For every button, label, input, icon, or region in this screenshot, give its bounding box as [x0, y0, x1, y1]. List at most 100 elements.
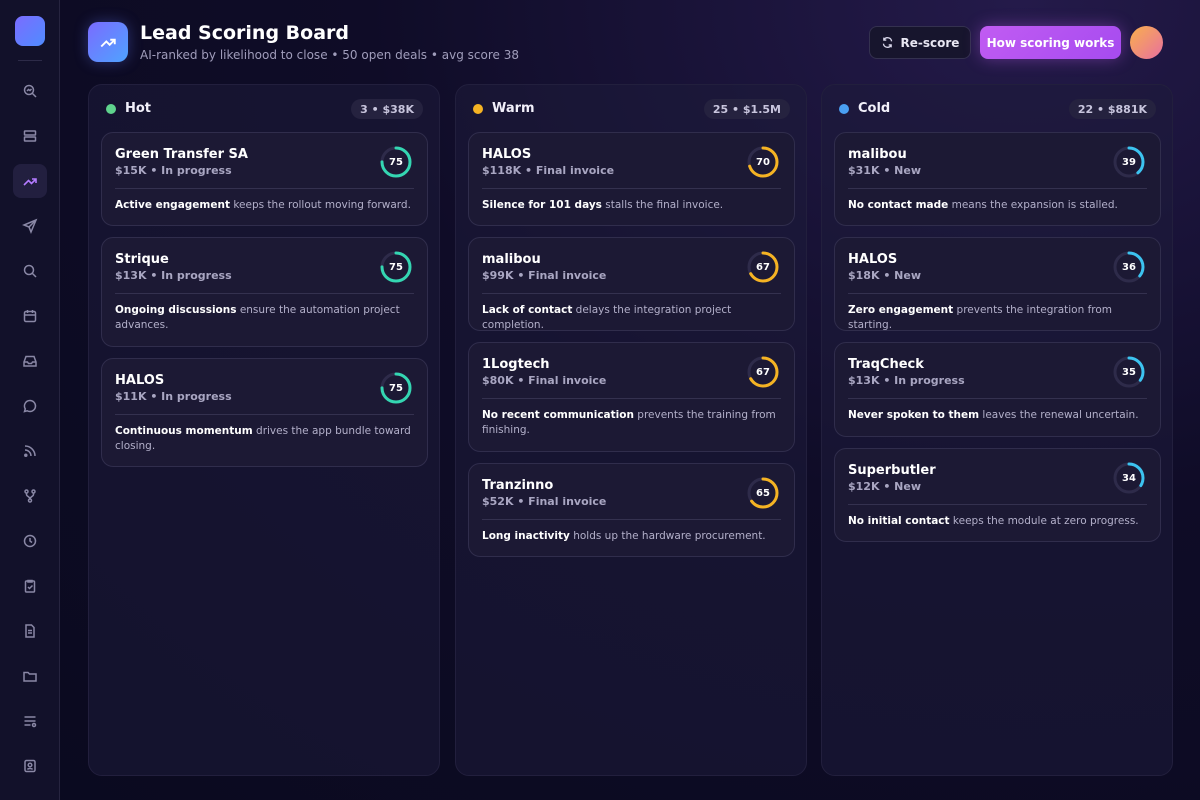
- deal-name: malibou: [848, 147, 907, 162]
- search-icon[interactable]: [13, 254, 47, 288]
- score-value: 35: [1122, 366, 1136, 378]
- deal-card[interactable]: Superbutler $12K • New 34 No initial contac…: [834, 448, 1161, 542]
- column-title: Cold: [858, 101, 891, 116]
- deal-meta: $12K • New: [848, 480, 922, 493]
- deal-name: HALOS: [482, 147, 532, 162]
- card-divider: [848, 293, 1147, 294]
- refresh-icon: [882, 37, 892, 48]
- deal-meta: $31K • New: [848, 164, 922, 177]
- folder-icon[interactable]: [13, 659, 47, 693]
- calendar-icon[interactable]: [13, 299, 47, 333]
- column-title: Warm: [492, 101, 535, 116]
- status-dot: [473, 104, 483, 114]
- deal-note-highlight: No initial contact: [848, 515, 950, 527]
- card-divider: [115, 188, 414, 189]
- card-divider: [482, 293, 781, 294]
- column-count-badge: 25 • $1.5M: [703, 99, 790, 119]
- score-ring: 75: [379, 145, 413, 179]
- card-divider: [848, 188, 1147, 189]
- deal-note-highlight: No contact made: [848, 199, 949, 211]
- deal-name: HALOS: [115, 373, 165, 388]
- column-warm: Warm 25 • $1.5M HALOS $118K • Final invoi…: [455, 84, 807, 776]
- chat-icon[interactable]: [13, 389, 47, 423]
- deal-note: No recent communication prevents the tra…: [482, 408, 781, 438]
- deal-card[interactable]: Green Transfer SA $15K • In progress 75 Act…: [101, 132, 428, 226]
- column-hot: Hot 3 • $38K Green Transfer SA $15K • In …: [88, 84, 440, 776]
- how-scoring-works-button[interactable]: How scoring works: [980, 26, 1121, 59]
- deal-card[interactable]: TraqCheck $13K • In progress 35 Never spoke…: [834, 342, 1161, 437]
- score-ring: 65: [746, 476, 780, 510]
- card-divider: [482, 188, 781, 189]
- deal-card[interactable]: HALOS $11K • In progress 75 Continuous mome…: [101, 358, 428, 467]
- deal-name: 1Logtech: [482, 357, 550, 372]
- rescore-button[interactable]: Re-score: [869, 26, 971, 59]
- score-value: 75: [389, 261, 403, 273]
- avatar[interactable]: [1130, 26, 1163, 59]
- score-value: 67: [756, 261, 770, 273]
- search-analytics-icon[interactable]: [13, 74, 47, 108]
- deal-card[interactable]: HALOS $18K • New 36 Zero engagement prevent…: [834, 237, 1161, 331]
- deal-meta: $13K • In progress: [115, 269, 232, 282]
- deal-note-highlight: Continuous momentum: [115, 425, 253, 437]
- deal-note: Silence for 101 days stalls the final in…: [482, 198, 781, 213]
- deal-note-text: stalls the final invoice.: [601, 199, 724, 211]
- deal-meta: $15K • In progress: [115, 164, 232, 177]
- badge-icon[interactable]: [13, 749, 47, 783]
- deal-note: No contact made means the expansion is s…: [848, 198, 1147, 213]
- deal-meta: $11K • In progress: [115, 390, 232, 403]
- rescore-label: Re-score: [900, 35, 960, 50]
- column-header: Hot 3 • $38K: [89, 85, 439, 133]
- clipboard-check-icon[interactable]: [13, 569, 47, 603]
- deal-name: Strique: [115, 252, 169, 267]
- deal-card[interactable]: Tranzinno $52K • Final invoice 65 Long inac…: [468, 463, 795, 557]
- column-title: Hot: [125, 101, 152, 116]
- score-ring: 67: [746, 250, 780, 284]
- deal-note-highlight: Zero engagement: [848, 304, 954, 316]
- deal-meta: $18K • New: [848, 269, 922, 282]
- clock-icon[interactable]: [13, 524, 47, 558]
- score-value: 75: [389, 382, 403, 394]
- sidebar: [0, 0, 60, 800]
- deal-note-highlight: Ongoing discussions: [115, 304, 237, 316]
- card-divider: [482, 519, 781, 520]
- page-title: Lead Scoring Board: [140, 22, 349, 44]
- score-ring: 36: [1112, 250, 1146, 284]
- deal-note: Zero engagement prevents the integration…: [848, 303, 1147, 333]
- deal-name: malibou: [482, 252, 541, 267]
- deal-card[interactable]: Strique $13K • In progress 75 Ongoing discu…: [101, 237, 428, 347]
- inbox-icon[interactable]: [13, 344, 47, 378]
- score-ring: 34: [1112, 461, 1146, 495]
- deal-card[interactable]: 1Logtech $80K • Final invoice 67 No recent …: [468, 342, 795, 452]
- score-ring: 35: [1112, 355, 1146, 389]
- deal-note-highlight: Never spoken to them: [848, 409, 980, 421]
- deal-meta: $13K • In progress: [848, 374, 965, 387]
- deal-card[interactable]: malibou $31K • New 39 No contact made means…: [834, 132, 1161, 226]
- deal-note-highlight: Lack of contact: [482, 304, 573, 316]
- score-ring: 75: [379, 250, 413, 284]
- trending-up-icon[interactable]: [13, 164, 47, 198]
- page-header: Lead Scoring Board AI-ranked by likeliho…: [88, 22, 1168, 62]
- column-cold: Cold 22 • $881K malibou $31K • New 39 No co…: [821, 84, 1173, 776]
- app-logo[interactable]: [15, 16, 45, 46]
- list-filter-icon[interactable]: [13, 704, 47, 738]
- send-icon[interactable]: [13, 209, 47, 243]
- git-branch-icon[interactable]: [13, 479, 47, 513]
- score-value: 39: [1122, 156, 1136, 168]
- deal-name: Superbutler: [848, 463, 936, 478]
- column-count-badge: 22 • $881K: [1068, 99, 1156, 119]
- column-count-badge: 3 • $38K: [351, 99, 423, 119]
- page-subtitle: AI-ranked by likelihood to close • 50 op…: [140, 48, 519, 62]
- deal-note-text: keeps the rollout moving forward.: [229, 199, 411, 211]
- deal-card[interactable]: malibou $99K • Final invoice 67 Lack of con…: [468, 237, 795, 331]
- layers-icon[interactable]: [13, 119, 47, 153]
- score-ring: 67: [746, 355, 780, 389]
- deal-note: Ongoing discussions ensure the automatio…: [115, 303, 414, 333]
- score-value: 36: [1122, 261, 1136, 273]
- deal-note-text: leaves the renewal uncertain.: [979, 409, 1139, 421]
- deal-card[interactable]: HALOS $118K • Final invoice 70 Silence for …: [468, 132, 795, 226]
- deal-meta: $80K • Final invoice: [482, 374, 607, 387]
- deal-note-highlight: Long inactivity: [482, 530, 570, 542]
- trending-up-icon: [88, 22, 128, 62]
- document-icon[interactable]: [13, 614, 47, 648]
- rss-icon[interactable]: [13, 434, 47, 468]
